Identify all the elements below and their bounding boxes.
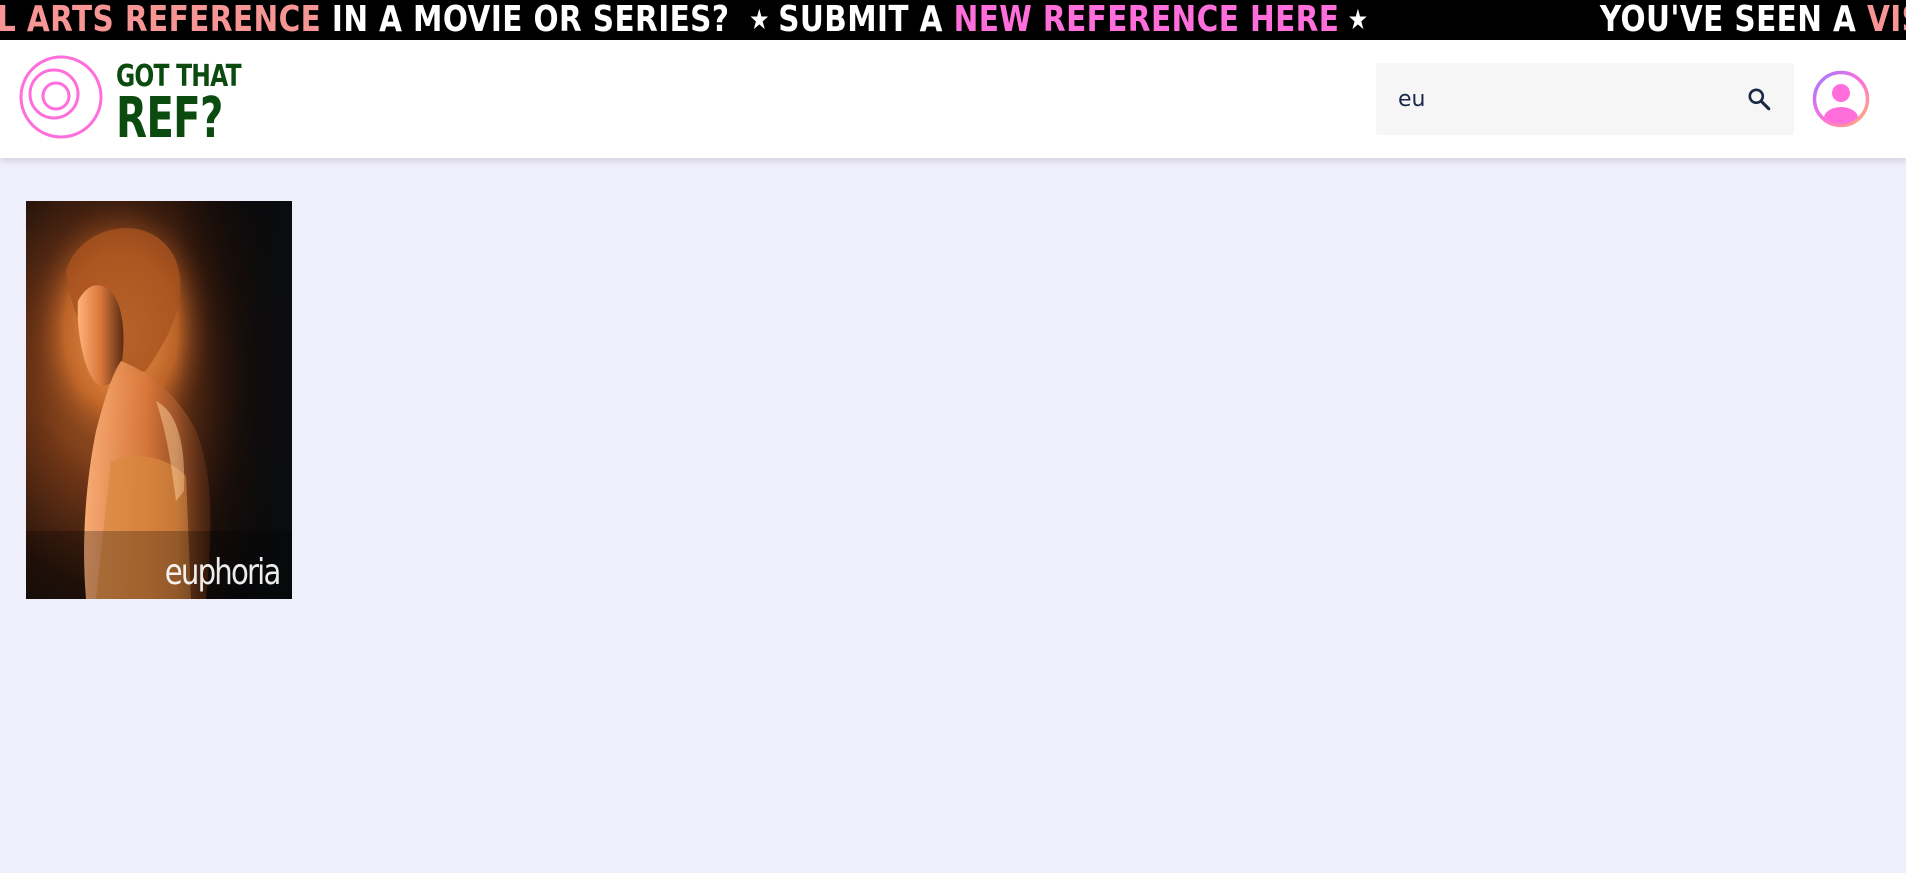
ticker-text-question: IN A MOVIE OR SERIES? [321, 0, 730, 40]
ticker-link-new-reference[interactable]: NEW REFERENCE HERE [954, 0, 1340, 40]
ticker-text-reference: L ARTS REFERENCE [0, 0, 322, 40]
result-card[interactable]: euphoria [26, 201, 292, 599]
ticker-text-submit: SUBMIT A [778, 0, 954, 40]
ticker-track: L ARTS REFERENCE IN A MOVIE OR SERIES? ★… [0, 0, 1906, 40]
user-avatar-icon[interactable] [1812, 70, 1870, 128]
site-logo-link[interactable]: GOT THAT REF? [18, 54, 242, 151]
star-icon: ★ [749, 3, 771, 36]
star-icon: ★ [1347, 3, 1369, 36]
ticker-text-youve-seen: YOU'VE SEEN A [1599, 0, 1867, 40]
poster-image [26, 201, 292, 599]
announcement-ticker[interactable]: L ARTS REFERENCE IN A MOVIE OR SERIES? ★… [0, 0, 1906, 40]
logo-text-bottom: REF? [116, 86, 223, 151]
site-header: GOT THAT REF? [0, 40, 1906, 158]
search-box [1376, 63, 1794, 135]
concentric-circles-logo-icon [19, 55, 103, 139]
search-input[interactable] [1376, 63, 1716, 135]
ticker-text-visual-arts: VISUAL ARTS REFERENCE [1866, 0, 1906, 40]
search-results: euphoria [26, 201, 292, 599]
search-icon[interactable] [1746, 86, 1772, 112]
poster-title: euphoria [165, 552, 282, 593]
